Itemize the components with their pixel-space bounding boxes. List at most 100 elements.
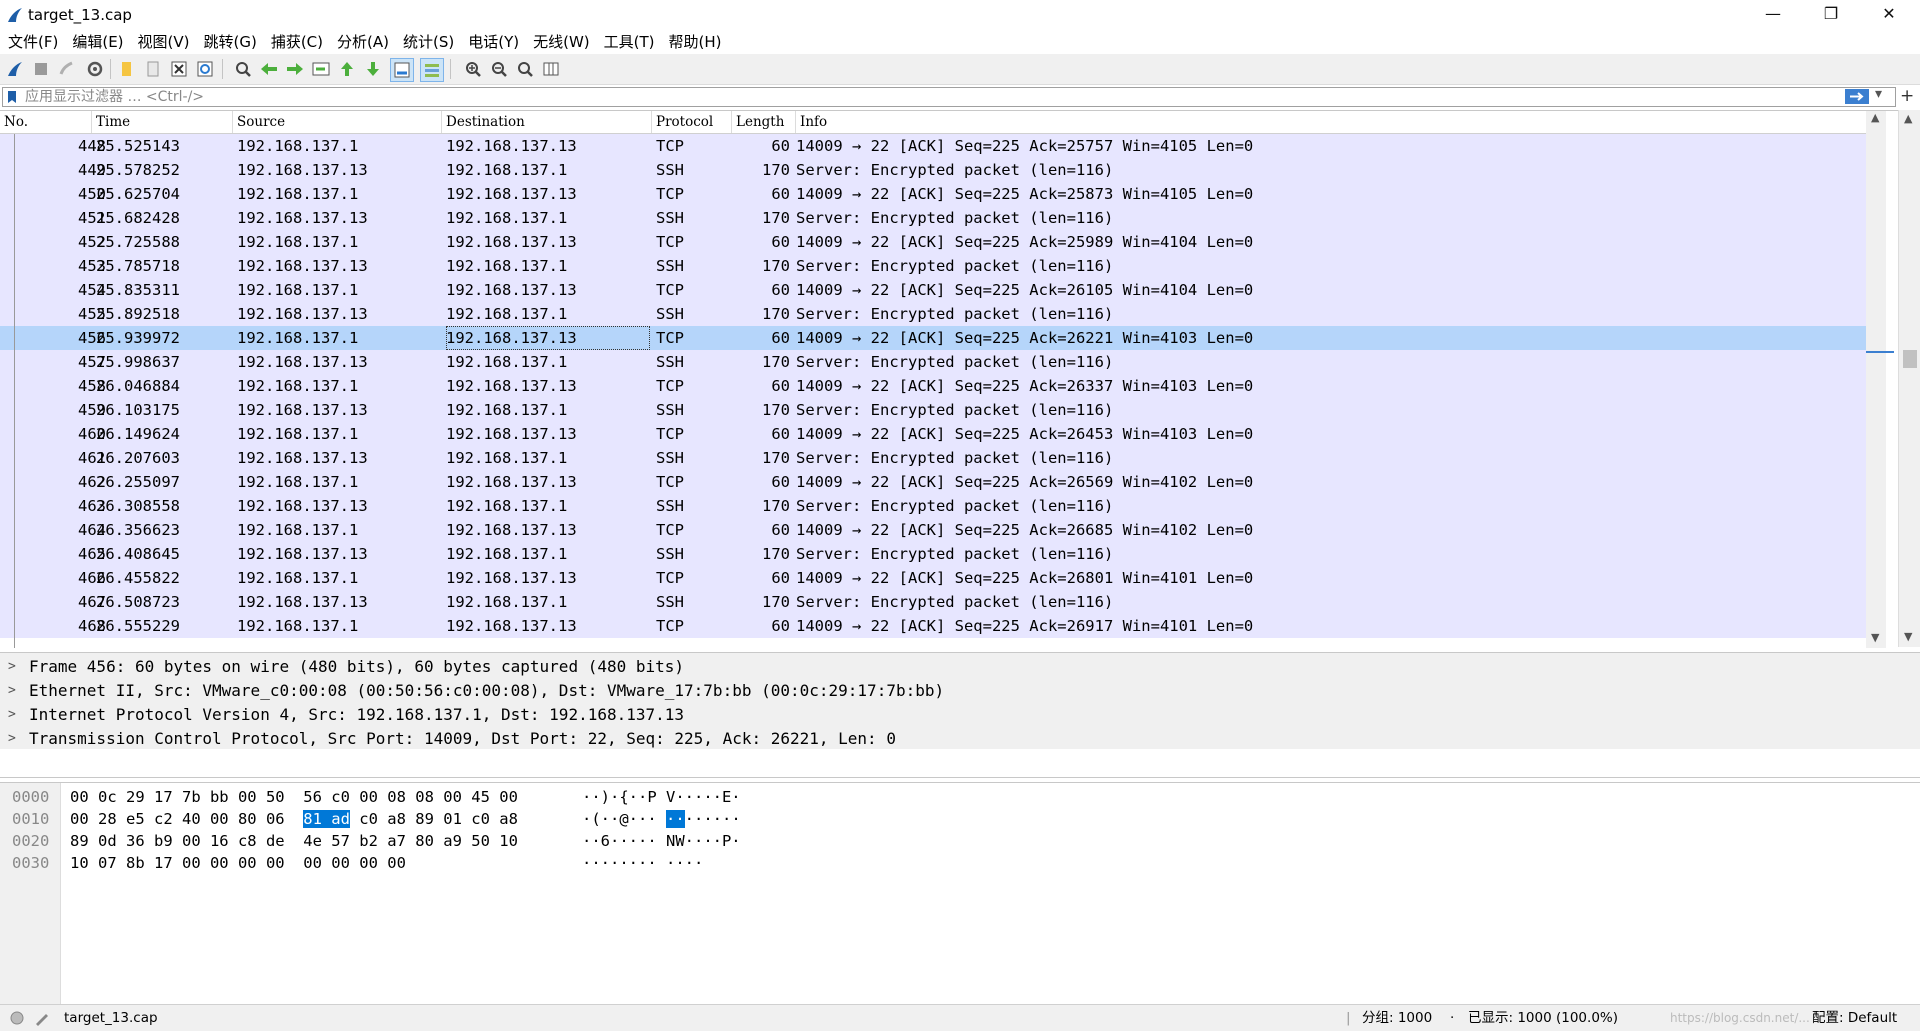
cell-info: Server: Encrypted packet (len=116): [796, 401, 1114, 419]
auto-scroll-icon[interactable]: [390, 58, 414, 82]
zoom-out-icon[interactable]: [488, 58, 510, 80]
status-profile[interactable]: 配置: Default: [1812, 1005, 1897, 1031]
save-file-icon[interactable]: [142, 58, 164, 80]
table-row[interactable]: 455 25.892518 192.168.137.13 192.168.137.1 S…: [0, 302, 1866, 326]
add-filter-button-icon[interactable]: +: [1900, 86, 1914, 106]
cell-proto: SSH: [656, 257, 684, 275]
status-file-name: target_13.cap: [64, 1010, 158, 1026]
menu-edit[interactable]: 编辑(E): [65, 30, 130, 54]
expand-arrow-icon[interactable]: >: [8, 703, 16, 727]
column-header-length[interactable]: Length: [732, 111, 796, 133]
capture-options-icon[interactable]: [84, 58, 106, 80]
hex-bytes[interactable]: 00 0c 29 17 7b bb 00 50 56 c0 00 08 08 0…: [70, 786, 518, 808]
start-capture-icon[interactable]: [4, 58, 26, 80]
packet-list-scrollbar[interactable]: ▲ ▼: [1866, 111, 1894, 648]
map-scroll-up-icon[interactable]: ▲: [1904, 112, 1912, 125]
go-back-icon[interactable]: [258, 58, 280, 80]
table-row[interactable]: 450 25.625704 192.168.137.1 192.168.137.13 T…: [0, 182, 1866, 206]
minimize-button[interactable]: —: [1744, 0, 1802, 30]
bookmark-icon[interactable]: [7, 90, 17, 104]
cell-no: 468: [78, 617, 106, 635]
menu-tools[interactable]: 工具(T): [597, 30, 662, 54]
expand-arrow-icon[interactable]: >: [8, 679, 16, 703]
go-forward-icon[interactable]: [284, 58, 306, 80]
menu-statistics[interactable]: 统计(S): [396, 30, 461, 54]
filter-dropdown-icon[interactable]: ▾: [1875, 86, 1882, 102]
menu-view[interactable]: 视图(V): [131, 30, 197, 54]
close-file-icon[interactable]: [168, 58, 190, 80]
table-row[interactable]: 463 26.308558 192.168.137.13 192.168.137.1 S…: [0, 494, 1866, 518]
table-row[interactable]: 456 25.939972 192.168.137.1 192.168.137.13 T…: [0, 326, 1866, 350]
table-row[interactable]: 457 25.998637 192.168.137.13 192.168.137.1 S…: [0, 350, 1866, 374]
cell-src: 192.168.137.13: [237, 401, 368, 419]
go-to-packet-icon[interactable]: [310, 58, 332, 80]
menu-help[interactable]: 帮助(H): [662, 30, 729, 54]
packet-map-scrollbar[interactable]: ▲ ▼: [1898, 110, 1920, 647]
stop-capture-icon[interactable]: [30, 58, 52, 80]
menu-wireless[interactable]: 无线(W): [526, 30, 597, 54]
find-packet-icon[interactable]: [232, 58, 254, 80]
table-row[interactable]: 465 26.408645 192.168.137.13 192.168.137.1 S…: [0, 542, 1866, 566]
capture-comment-icon[interactable]: [34, 1010, 50, 1026]
table-row[interactable]: 451 25.682428 192.168.137.13 192.168.137.1 S…: [0, 206, 1866, 230]
scroll-up-icon[interactable]: ▲: [1871, 111, 1879, 124]
table-row[interactable]: 449 25.578252 192.168.137.13 192.168.137.1 S…: [0, 158, 1866, 182]
colorize-icon[interactable]: [420, 58, 444, 82]
ascii-highlight[interactable]: ··: [666, 810, 685, 828]
cell-len: 170: [762, 161, 790, 179]
table-row[interactable]: 466 26.455822 192.168.137.1 192.168.137.13 T…: [0, 566, 1866, 590]
menu-capture[interactable]: 捕获(C): [264, 30, 330, 54]
ascii-bytes[interactable]: ··6····· NW····P·: [582, 830, 741, 852]
menu-analyze[interactable]: 分析(A): [330, 30, 396, 54]
hex-highlight[interactable]: 81 ad: [303, 810, 350, 828]
menu-telephony[interactable]: 电话(Y): [461, 30, 526, 54]
table-row[interactable]: 462 26.255097 192.168.137.1 192.168.137.13 T…: [0, 470, 1866, 494]
close-button[interactable]: ✕: [1860, 0, 1918, 30]
expert-info-icon[interactable]: [10, 1011, 24, 1025]
last-packet-icon[interactable]: [362, 58, 384, 80]
first-packet-icon[interactable]: [336, 58, 358, 80]
scroll-down-icon[interactable]: ▼: [1871, 631, 1879, 644]
map-scroll-down-icon[interactable]: ▼: [1904, 630, 1912, 643]
table-row[interactable]: 467 26.508723 192.168.137.13 192.168.137.1 S…: [0, 590, 1866, 614]
cell-len: 60: [771, 233, 790, 251]
open-file-icon[interactable]: [116, 58, 138, 80]
column-header-no[interactable]: No.: [0, 111, 92, 133]
ascii-bytes[interactable]: ··)·{··P V·····E·: [582, 786, 741, 808]
column-header-time[interactable]: Time: [92, 111, 233, 133]
cell-no: 466: [78, 569, 106, 587]
reload-file-icon[interactable]: [194, 58, 216, 80]
restart-capture-icon[interactable]: [56, 58, 78, 80]
zoom-in-icon[interactable]: [462, 58, 484, 80]
resize-columns-icon[interactable]: [540, 58, 562, 80]
scroll-thumb[interactable]: [1903, 350, 1917, 368]
table-row[interactable]: 459 26.103175 192.168.137.13 192.168.137.1 S…: [0, 398, 1866, 422]
menu-go[interactable]: 跳转(G): [197, 30, 264, 54]
table-row[interactable]: 464 26.356623 192.168.137.1 192.168.137.13 T…: [0, 518, 1866, 542]
table-row[interactable]: 468 26.555229 192.168.137.1 192.168.137.13 T…: [0, 614, 1866, 638]
zoom-normal-icon[interactable]: [514, 58, 536, 80]
hex-bytes[interactable]: 10 07 8b 17 00 00 00 00 00 00 00 00: [70, 852, 406, 874]
table-row[interactable]: 454 25.835311 192.168.137.1 192.168.137.13 T…: [0, 278, 1866, 302]
column-header-protocol[interactable]: Protocol: [652, 111, 732, 133]
menu-file[interactable]: 文件(F): [0, 30, 65, 54]
hex-bytes[interactable]: 00 28 e5 c2 40 00 80 06 81 ad c0 a8 89 0…: [70, 808, 518, 830]
table-row[interactable]: 452 25.725588 192.168.137.1 192.168.137.13 T…: [0, 230, 1866, 254]
apply-filter-arrow-icon[interactable]: [1845, 89, 1869, 104]
expand-arrow-icon[interactable]: >: [8, 727, 16, 751]
ascii-bytes[interactable]: ·(··@··· ········: [582, 808, 741, 830]
column-header-destination[interactable]: Destination: [442, 111, 652, 133]
restore-button[interactable]: ❐: [1802, 0, 1860, 30]
table-row[interactable]: 453 25.785718 192.168.137.13 192.168.137.1 S…: [0, 254, 1866, 278]
expand-arrow-icon[interactable]: >: [8, 655, 16, 679]
hex-bytes[interactable]: 89 0d 36 b9 00 16 c8 de 4e 57 b2 a7 80 a…: [70, 830, 518, 852]
display-filter-input[interactable]: [25, 88, 1825, 106]
column-header-info[interactable]: Info: [796, 111, 1866, 133]
table-row[interactable]: 460 26.149624 192.168.137.1 192.168.137.13 T…: [0, 422, 1866, 446]
cell-proto: TCP: [656, 137, 684, 155]
column-header-source[interactable]: Source: [233, 111, 442, 133]
table-row[interactable]: 461 26.207603 192.168.137.13 192.168.137.1 S…: [0, 446, 1866, 470]
table-row[interactable]: 458 26.046884 192.168.137.1 192.168.137.13 T…: [0, 374, 1866, 398]
ascii-bytes[interactable]: ········ ····: [582, 852, 703, 874]
table-row[interactable]: 448 25.525143 192.168.137.1 192.168.137.13 T…: [0, 134, 1866, 158]
